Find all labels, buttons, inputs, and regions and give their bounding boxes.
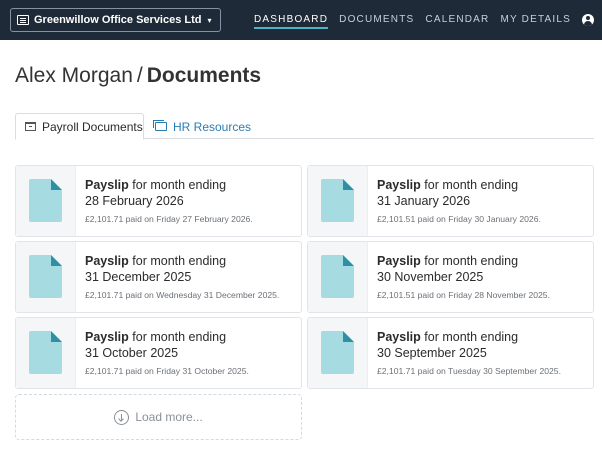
main-nav: DASHBOARD DOCUMENTS CALENDAR MY DETAILS <box>254 0 571 40</box>
payslip-card[interactable]: Payslip for month ending 30 November 202… <box>307 241 594 313</box>
tab-payroll-documents[interactable]: Payroll Documents <box>15 113 144 140</box>
tab-hr-label: HR Resources <box>173 119 252 134</box>
tab-hr-resources[interactable]: HR Resources <box>153 113 252 140</box>
card-title-suffix: for month ending <box>132 330 227 344</box>
document-icon <box>29 331 62 374</box>
card-title: Payslip for month ending <box>377 254 518 269</box>
card-date: 30 September 2025 <box>377 346 487 360</box>
organisation-name: Greenwillow Office Services Ltd <box>34 14 202 26</box>
card-doc-type: Payslip <box>85 178 129 192</box>
card-thumbnail <box>308 318 368 388</box>
top-navigation-bar: Greenwillow Office Services Ltd ▾ DASHBO… <box>0 0 602 40</box>
card-date: 30 November 2025 <box>377 270 484 284</box>
user-name: Alex Morgan <box>15 64 133 87</box>
card-date: 28 February 2026 <box>85 194 184 208</box>
card-doc-type: Payslip <box>377 254 421 268</box>
card-doc-type: Payslip <box>85 330 129 344</box>
document-icon <box>321 331 354 374</box>
card-title: Payslip for month ending <box>85 178 226 193</box>
nav-documents[interactable]: DOCUMENTS <box>339 0 414 40</box>
payslip-card[interactable]: Payslip for month ending 31 October 2025… <box>15 317 302 389</box>
payslip-card[interactable]: Payslip for month ending 30 September 20… <box>307 317 594 389</box>
card-date: 31 December 2025 <box>85 270 192 284</box>
nav-dashboard[interactable]: DASHBOARD <box>254 0 329 40</box>
arrow-down-circle-icon <box>114 409 130 425</box>
card-title-suffix: for month ending <box>424 330 519 344</box>
card-thumbnail <box>16 166 76 236</box>
caret-down-icon: ▾ <box>207 15 212 25</box>
card-doc-type: Payslip <box>377 330 421 344</box>
card-date: 31 October 2025 <box>85 346 179 360</box>
card-thumbnail <box>308 242 368 312</box>
card-title-suffix: for month ending <box>424 254 519 268</box>
document-icon <box>29 179 62 222</box>
card-paid-info: £2,101.51 paid on Friday 30 January 2026… <box>377 214 541 224</box>
document-tabs: Payroll Documents HR Resources <box>15 113 594 140</box>
load-more-button[interactable]: Load more... <box>15 394 302 440</box>
payslip-card[interactable]: Payslip for month ending 31 December 202… <box>15 241 302 313</box>
card-title: Payslip for month ending <box>377 330 518 345</box>
section-title: Documents <box>146 64 262 87</box>
card-thumbnail <box>16 318 76 388</box>
card-title: Payslip for month ending <box>377 178 518 193</box>
card-title: Payslip for month ending <box>85 330 226 345</box>
document-icon <box>321 255 354 298</box>
card-doc-type: Payslip <box>85 254 129 268</box>
card-title-suffix: for month ending <box>132 178 227 192</box>
payslip-card[interactable]: Payslip for month ending 28 February 202… <box>15 165 302 237</box>
card-paid-info: £2,101.71 paid on Friday 27 February 202… <box>85 214 253 224</box>
card-paid-info: £2,101.71 paid on Tuesday 30 September 2… <box>377 366 561 376</box>
user-account-icon[interactable] <box>582 14 594 26</box>
document-icon <box>321 179 354 222</box>
nav-my-details[interactable]: MY DETAILS <box>500 0 571 40</box>
stacked-documents-icon <box>153 120 167 131</box>
page-title: Alex Morgan / Documents <box>15 64 261 88</box>
inbox-tray-icon <box>25 122 36 131</box>
card-title-suffix: for month ending <box>132 254 227 268</box>
nav-calendar[interactable]: CALENDAR <box>425 0 489 40</box>
document-icon <box>29 255 62 298</box>
card-paid-info: £2,101.71 paid on Friday 31 October 2025… <box>85 366 249 376</box>
card-doc-type: Payslip <box>377 178 421 192</box>
card-thumbnail <box>308 166 368 236</box>
title-separator: / <box>136 64 143 87</box>
tab-payroll-label: Payroll Documents <box>42 119 143 134</box>
card-paid-info: £2,101.51 paid on Friday 28 November 202… <box>377 290 550 300</box>
load-more-label: Load more... <box>135 410 203 424</box>
organisation-icon <box>17 15 29 25</box>
payslip-card[interactable]: Payslip for month ending 31 January 2026… <box>307 165 594 237</box>
card-title-suffix: for month ending <box>424 178 519 192</box>
card-title: Payslip for month ending <box>85 254 226 269</box>
organisation-selector-button[interactable]: Greenwillow Office Services Ltd ▾ <box>10 8 221 32</box>
card-date: 31 January 2026 <box>377 194 471 208</box>
card-paid-info: £2,101.71 paid on Wednesday 31 December … <box>85 290 280 300</box>
card-thumbnail <box>16 242 76 312</box>
